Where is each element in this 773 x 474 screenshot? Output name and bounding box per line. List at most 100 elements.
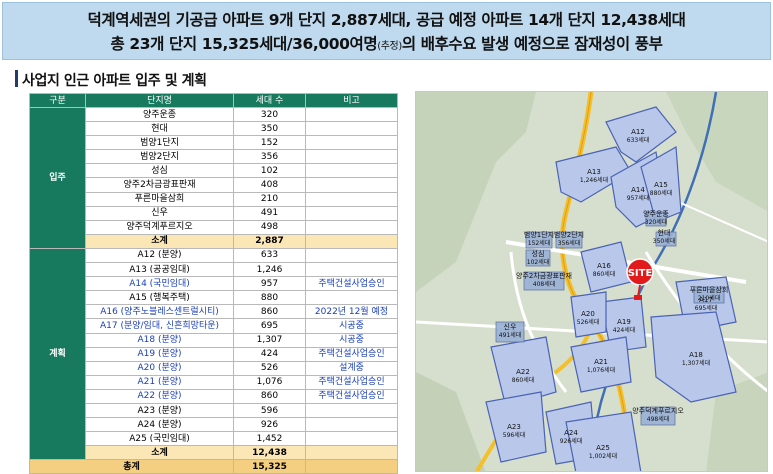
unit-count: 860 (233, 388, 306, 404)
map-area-label: A20 (581, 310, 595, 318)
map-complex-label: 범양1단지 (524, 230, 554, 239)
complex-name: 성심 (85, 163, 234, 179)
map-area-label: A13 (587, 168, 601, 176)
map-complex-label-units: 210세대 (698, 294, 721, 302)
unit-count: 424 (233, 346, 306, 362)
map-complex-label-units: 498세대 (647, 415, 670, 423)
map-complex-label-units: 491세대 (499, 331, 522, 339)
unit-count: 1,307 (233, 332, 306, 348)
unit-count: 498 (233, 219, 306, 235)
map-area-label-units: 596세대 (503, 431, 526, 439)
map-area-label: A12 (631, 128, 645, 136)
subtotal-row: 소계 12,438 (30, 445, 398, 461)
complex-name: A15 (행복주택) (85, 290, 234, 306)
remark (305, 402, 398, 419)
total-remark (305, 459, 398, 474)
table-row: A14 (국민임대) 957 주택건설사업승인 (30, 276, 398, 292)
table-row: A20 (분양) 526 설계중 (30, 360, 398, 376)
complex-name: A24 (분양) (85, 417, 234, 433)
unit-count: 1,452 (233, 431, 306, 447)
complex-name: A21 (분양) (85, 374, 234, 390)
unit-count: 633 (233, 247, 306, 264)
map-area-label: A16 (597, 262, 611, 270)
summary-banner: 덕계역세권의 기공급 아파트 9개 단지 2,887세대, 공급 예정 아파트 … (2, 2, 771, 60)
banner-line-2-main: 총 23개 단지 15,325세대/36,000여명 (110, 35, 378, 53)
remark (305, 262, 398, 278)
group-label: 입주 (29, 107, 86, 249)
map-area-label-units: 695세대 (695, 304, 718, 312)
unit-count: 356 (233, 149, 306, 165)
table-row: 양주덕계푸르지오 498 (30, 219, 398, 235)
complex-name: 현대 (85, 121, 234, 137)
unit-count: 526 (233, 360, 306, 376)
unit-count: 860 (233, 304, 306, 320)
map-area-label-units: 860세대 (512, 376, 535, 384)
table-row: 신우 491 (30, 205, 398, 221)
banner-estimate-note: (추정) (377, 41, 402, 52)
map-complex-label-units: 356세대 (558, 239, 581, 247)
header-category: 구분 (29, 93, 86, 108)
remark (305, 431, 398, 447)
table-row: 범양2단지 356 (30, 149, 398, 165)
remark (305, 163, 398, 179)
section-title: 사업지 인근 아파트 입주 및 계획 (22, 73, 207, 89)
unit-count: 695 (233, 318, 306, 334)
remark: 시공중 (305, 318, 398, 334)
complex-name: 푸른마을삼희 (85, 191, 234, 207)
complex-name: 범양2단지 (85, 149, 234, 165)
remark (305, 135, 398, 151)
unit-count: 926 (233, 417, 306, 433)
unit-count: 350 (233, 121, 306, 137)
table-header-row: 구분 단지명 세대 수 비고 (29, 93, 398, 108)
remark: 주택건설사업승인 (305, 346, 398, 362)
header-units: 세대 수 (233, 93, 306, 108)
map-area-label-units: 1,002세대 (589, 452, 617, 460)
header-complex-name: 단지명 (85, 93, 234, 108)
map-area-label-units: 880세대 (650, 189, 673, 197)
banner-line-2-tail: 의 배후수요 발생 예정으로 잠재성이 풍부 (401, 35, 663, 53)
map-canvas: SITE A12633세대 A131,246세대 A14957세대 A15880세대 A… (416, 92, 767, 471)
map-area-label-units: 424세대 (613, 326, 636, 334)
unit-count: 1,246 (233, 262, 306, 278)
table-row: 성심 102 (30, 163, 398, 179)
remark: 주택건설사업승인 (305, 388, 398, 404)
map-area-label-units: 1,246세대 (580, 176, 608, 184)
table-row: 계획 A12 (분양) 633 (29, 247, 398, 461)
map-area-label: A14 (631, 186, 645, 194)
map-complex-label-units: 320세대 (645, 218, 668, 226)
subtotal-row: 소계 2,887 (30, 233, 398, 249)
unit-count: 320 (233, 106, 306, 123)
apartment-table: 구분 단지명 세대 수 비고 입주 양주운종 320 현대 350 범양1단지 152 범양2… (29, 93, 398, 474)
remark (305, 417, 398, 433)
remark: 설계중 (305, 360, 398, 376)
map-area-label-units: 860세대 (593, 270, 616, 278)
map-area-label: A21 (594, 358, 608, 366)
group-label: 계획 (29, 247, 86, 461)
remark: 주택건설사업승인 (305, 374, 398, 390)
map-area-label-units: 1,307세대 (682, 359, 710, 367)
remark (305, 290, 398, 306)
table-row: A23 (분양) 596 (30, 402, 398, 419)
table-row: A18 (분양) 1,307 시공중 (30, 332, 398, 348)
map-complex-label: 푸른마을삼희 (690, 285, 729, 294)
map-area-label-units: 633세대 (627, 136, 650, 144)
map-complex-label: 성심 (532, 249, 545, 258)
complex-name: A23 (분양) (85, 402, 234, 419)
remark (305, 121, 398, 137)
map-area-label-units: 526세대 (577, 318, 600, 326)
map-complex-label: 양주2차금광표판재 (516, 271, 572, 280)
unit-count: 152 (233, 135, 306, 151)
remark (305, 247, 398, 264)
remark: 2022년 12월 예정 (305, 304, 398, 320)
table-row: 푸른마을삼희 210 (30, 191, 398, 207)
unit-count: 102 (233, 163, 306, 179)
map-complex-label: 양주운종 (643, 210, 669, 218)
unit-count: 596 (233, 402, 306, 419)
complex-name: A17 (분양/임대, 신흔희망타운) (85, 318, 234, 334)
remark (305, 106, 398, 123)
total-value: 15,325 (233, 459, 306, 474)
complex-name: 신우 (85, 205, 234, 221)
table-row: A16 (양주노블레스센트럴시티) 860 2022년 12월 예정 (30, 304, 398, 320)
complex-name: A16 (양주노블레스센트럴시티) (85, 304, 234, 320)
subtotal-label: 소계 (85, 233, 234, 249)
